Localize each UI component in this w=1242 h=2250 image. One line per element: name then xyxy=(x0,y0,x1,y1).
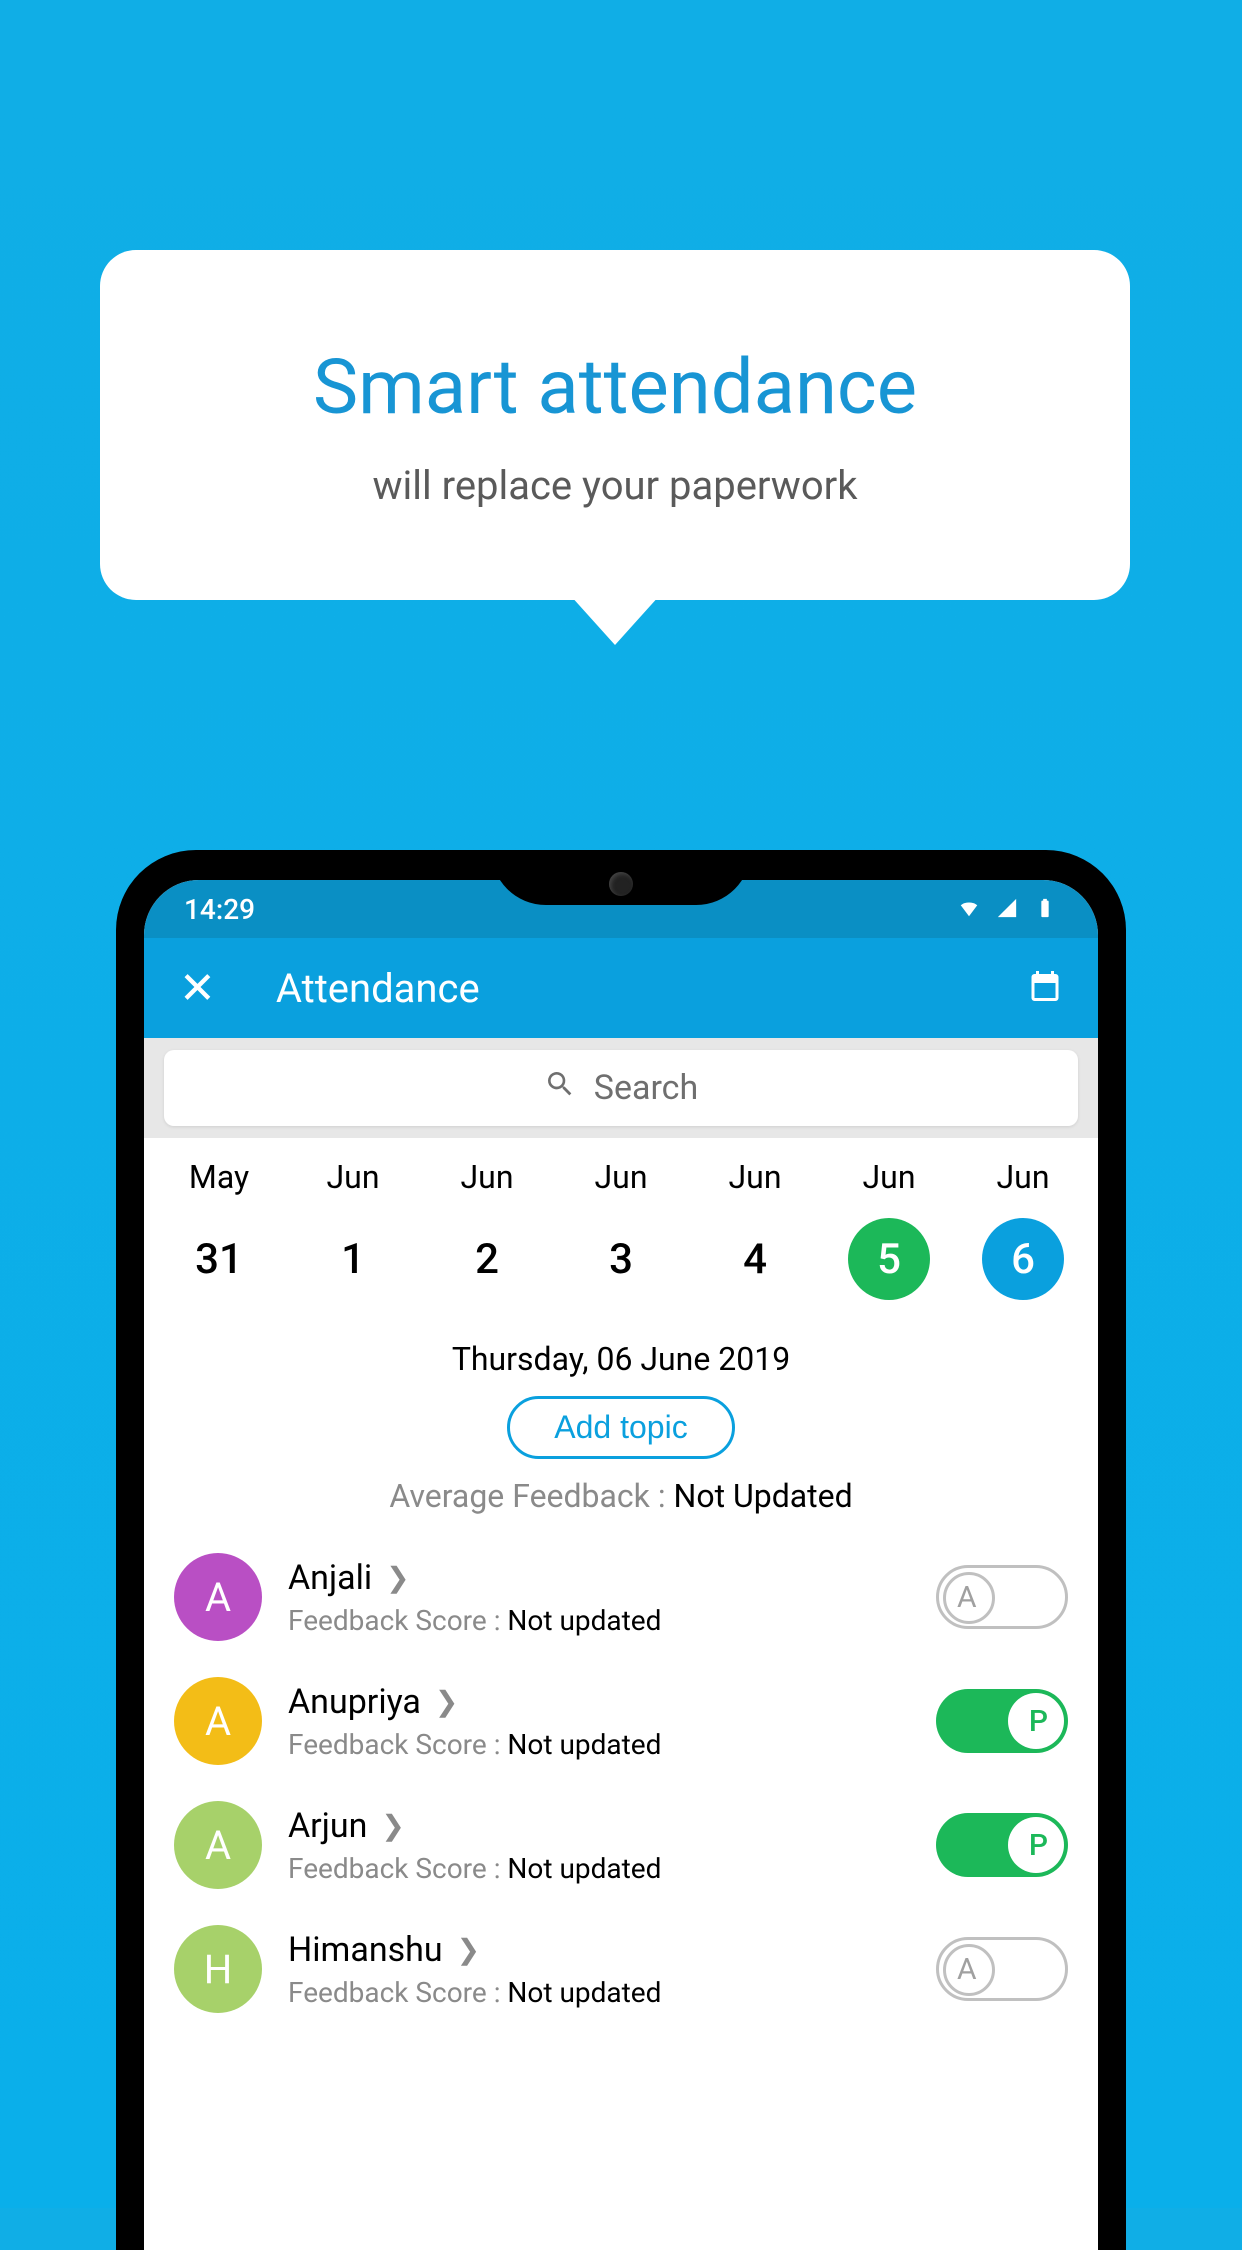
date-day-number: 2 xyxy=(475,1235,499,1284)
feedback-line: Feedback Score : Not updated xyxy=(288,1852,910,1885)
date-month: May xyxy=(189,1158,249,1196)
date-month: Jun xyxy=(997,1158,1050,1196)
attendance-toggle[interactable]: P xyxy=(936,1689,1068,1753)
search-input[interactable]: Search xyxy=(164,1050,1078,1126)
student-row: A Arjun❯ Feedback Score : Not updated P xyxy=(144,1783,1098,1907)
date-cell[interactable]: Jun 6 xyxy=(956,1158,1090,1300)
calendar-icon[interactable] xyxy=(1027,968,1063,1008)
date-day-circle: 5 xyxy=(848,1218,930,1300)
student-name: Himanshu❯ xyxy=(288,1930,910,1970)
app-screen: 14:29 ✕ Attendance xyxy=(144,880,1098,2250)
toggle-state-letter: A xyxy=(957,1952,977,1987)
chevron-right-icon: ❯ xyxy=(457,1933,480,1966)
date-month: Jun xyxy=(863,1158,916,1196)
phone-frame: 14:29 ✕ Attendance xyxy=(116,850,1126,2250)
chevron-right-icon: ❯ xyxy=(386,1561,409,1594)
search-icon xyxy=(544,1068,576,1109)
appbar: ✕ Attendance xyxy=(144,938,1098,1038)
attendance-toggle[interactable]: A xyxy=(936,1937,1068,2001)
date-cell[interactable]: Jun 3 xyxy=(554,1158,688,1300)
cellular-icon xyxy=(994,893,1020,926)
student-name: Arjun❯ xyxy=(288,1806,910,1846)
student-row: A Anupriya❯ Feedback Score : Not updated P xyxy=(144,1659,1098,1783)
wifi-icon xyxy=(956,893,982,926)
date-cell[interactable]: Jun 2 xyxy=(420,1158,554,1300)
date-month: Jun xyxy=(327,1158,380,1196)
student-name: Anupriya❯ xyxy=(288,1682,910,1722)
date-cell[interactable]: Jun 4 xyxy=(688,1158,822,1300)
searchbar-container: Search xyxy=(144,1038,1098,1138)
student-info[interactable]: Anjali❯ Feedback Score : Not updated xyxy=(288,1558,910,1637)
student-list: AAnjali❯Feedback Score : Not updatedAAAn… xyxy=(144,1535,1098,2031)
chevron-right-icon: ❯ xyxy=(381,1809,404,1842)
date-day-number: 31 xyxy=(195,1235,243,1284)
date-strip: May 31 Jun 1 Jun 2 Jun 3 Jun 4 Jun 5 Jun 6 xyxy=(144,1138,1098,1330)
date-cell[interactable]: Jun 5 xyxy=(822,1158,956,1300)
close-icon[interactable]: ✕ xyxy=(179,962,216,1014)
battery-icon xyxy=(1032,893,1058,926)
add-topic-button[interactable]: Add topic xyxy=(507,1396,734,1459)
date-cell[interactable]: May 31 xyxy=(152,1158,286,1300)
date-month: Jun xyxy=(461,1158,514,1196)
date-day-circle: 1 xyxy=(312,1218,394,1300)
toggle-state-letter: P xyxy=(1029,1704,1048,1739)
statusbar-time: 14:29 xyxy=(184,893,255,926)
phone-notch xyxy=(491,850,751,905)
date-day-number: 6 xyxy=(1011,1235,1035,1284)
student-info[interactable]: Arjun❯ Feedback Score : Not updated xyxy=(288,1806,910,1885)
student-info[interactable]: Anupriya❯ Feedback Score : Not updated xyxy=(288,1682,910,1761)
attendance-toggle[interactable]: A xyxy=(936,1565,1068,1629)
feedback-line: Feedback Score : Not updated xyxy=(288,1604,910,1637)
avatar: A xyxy=(174,1801,262,1889)
date-day-number: 4 xyxy=(743,1235,767,1284)
attendance-toggle[interactable]: P xyxy=(936,1813,1068,1877)
student-row: A Anjali❯ Feedback Score : Not updated A xyxy=(144,1535,1098,1659)
avg-feedback-value: Not Updated xyxy=(674,1477,853,1515)
promo-title: Smart attendance xyxy=(313,342,917,432)
selected-full-date: Thursday, 06 June 2019 xyxy=(144,1340,1098,1378)
date-day-circle: 2 xyxy=(446,1218,528,1300)
date-month: Jun xyxy=(729,1158,782,1196)
promo-subtitle: will replace your paperwork xyxy=(372,462,857,509)
search-placeholder: Search xyxy=(594,1068,698,1108)
date-cell[interactable]: Jun 1 xyxy=(286,1158,420,1300)
date-month: Jun xyxy=(595,1158,648,1196)
avatar: A xyxy=(174,1553,262,1641)
chevron-right-icon: ❯ xyxy=(435,1685,458,1718)
feedback-line: Feedback Score : Not updated xyxy=(288,1728,910,1761)
avatar: A xyxy=(174,1677,262,1765)
date-day-circle: 4 xyxy=(714,1218,796,1300)
student-info[interactable]: Himanshu❯ Feedback Score : Not updated xyxy=(288,1930,910,2009)
avg-feedback-label: Average Feedback : xyxy=(389,1477,673,1515)
student-row: H Himanshu❯ Feedback Score : Not updated A xyxy=(144,1907,1098,2031)
promo-bubble: Smart attendance will replace your paper… xyxy=(100,250,1130,600)
appbar-title: Attendance xyxy=(276,965,1027,1012)
student-name: Anjali❯ xyxy=(288,1558,910,1598)
date-day-circle: 3 xyxy=(580,1218,662,1300)
feedback-line: Feedback Score : Not updated xyxy=(288,1976,910,2009)
date-day-number: 3 xyxy=(609,1235,633,1284)
toggle-state-letter: A xyxy=(957,1580,977,1615)
date-day-number: 5 xyxy=(877,1235,901,1284)
date-day-number: 1 xyxy=(341,1235,365,1284)
average-feedback: Average Feedback : Not Updated xyxy=(144,1477,1098,1515)
avatar: H xyxy=(174,1925,262,2013)
date-day-circle: 31 xyxy=(178,1218,260,1300)
date-day-circle: 6 xyxy=(982,1218,1064,1300)
toggle-state-letter: P xyxy=(1029,1828,1048,1863)
